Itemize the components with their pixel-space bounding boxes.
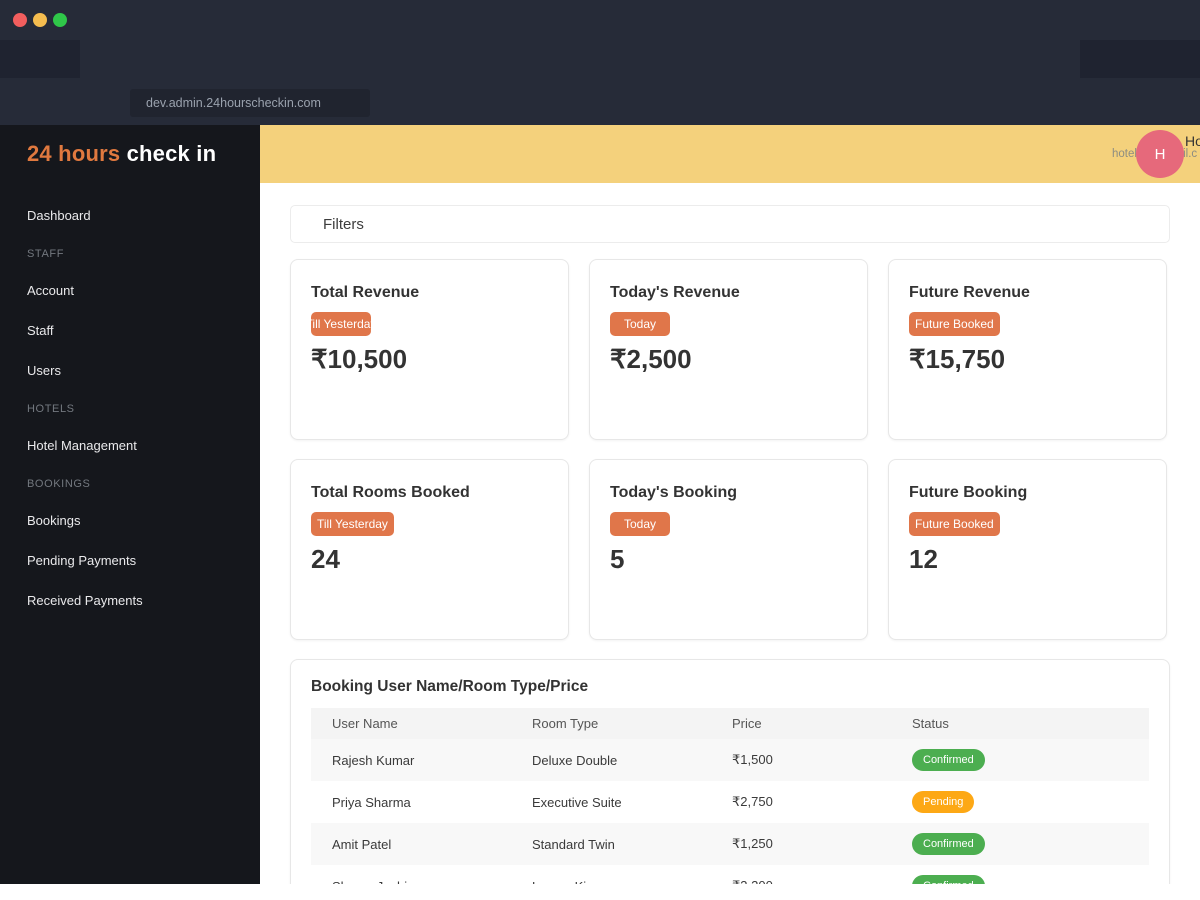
cell-room-type: Deluxe Double [532,752,618,768]
status-badge: Pending [912,791,975,813]
user-name: Ho [1185,133,1200,149]
browser-tab[interactable] [0,40,80,78]
cell-price: ₹1,250 [732,836,773,851]
cell-room-type: Executive Suite [532,794,622,810]
stat-card-value: 12 [909,544,938,574]
stat-card-value: ₹2,500 [610,344,692,374]
avatar-initial: H [1154,145,1166,163]
address-bar[interactable]: dev.admin.24hourscheckin.com [130,89,370,117]
sidebar-entry[interactable]: Hotel Management [27,438,260,453]
window-close-button[interactable] [13,13,27,27]
stat-card-value: ₹10,500 [311,344,408,374]
logo-rest: check in [120,141,217,166]
column-header-status: Status [891,708,1149,739]
address-bar-url: dev.admin.24hourscheckin.com [146,96,321,110]
stat-card-title: Future Booking [909,484,1028,501]
stat-card: Future Revenue Future Booked ₹15,750 [888,259,1167,440]
sidebar-entry[interactable]: Staff [27,323,260,338]
stat-card: Today's Revenue Today ₹2,500 [589,259,868,440]
sidebar-entry[interactable]: Bookings [27,513,260,528]
cell-user-name: Rajesh Kumar [332,752,415,768]
sidebar-entry[interactable]: Pending Payments [27,553,260,568]
stat-card-title: Total Rooms Booked [311,484,470,501]
stat-card-badge: Future Booked [909,312,1000,336]
stat-card-title: Total Revenue [311,284,420,301]
stat-card-title: Today's Revenue [610,284,740,301]
content-column: Ho hotel@yopmail.c H Filters Total Reven… [260,125,1200,884]
stat-card: Total Revenue Till Yesterday ₹10,500 [290,259,569,440]
stat-card-value: ₹15,750 [909,344,1006,374]
stat-card-title: Future Revenue [909,284,1030,301]
sidebar-entry: STAFF [27,248,65,260]
table-row: Rajesh Kumar Deluxe Double ₹1,500 Confir… [311,739,1149,781]
column-header-price: Price [711,708,891,739]
sidebar: 24 hours check in Dashboard STAFF Accoun… [0,125,260,884]
stat-cards-grid: Total Revenue Till Yesterday ₹10,500 Tod… [290,259,1170,640]
sidebar-entry: BOOKINGS [27,478,91,490]
sidebar-entry[interactable]: Users [27,363,260,378]
status-badge: Confirmed [912,749,985,771]
browser-chrome: dev.admin.24hourscheckin.com [0,0,1200,125]
stat-card-value: 5 [610,544,625,574]
cell-status: Confirmed [891,739,1149,781]
filters-panel[interactable]: Filters [290,205,1170,243]
bookings-table-title: Booking User Name/Room Type/Price [311,678,589,695]
top-header-bar: Ho hotel@yopmail.c H [260,125,1200,183]
logo-highlight: 24 hours [27,141,121,166]
cell-status: Confirmed [891,865,1149,884]
user-avatar[interactable]: H [1136,130,1184,178]
cell-room-type: Luxury King [511,865,711,885]
status-badge: Confirmed [912,833,985,855]
status-badge: Confirmed [912,875,985,884]
cell-room-type: Standard Twin [532,836,615,852]
column-header-room: Room Type [511,708,711,739]
filters-label: Filters [323,215,364,233]
sidebar-entry[interactable]: Received Payments [27,593,260,608]
main-content: Filters Total Revenue Till Yesterday ₹10… [260,183,1200,884]
cell-price: ₹3,200 [711,865,891,884]
column-header-user: User Name [311,708,511,739]
sidebar-nav: Dashboard STAFF Account Staff Users HOTE… [27,208,260,608]
cell-status: Confirmed [891,823,1149,865]
stat-card-title: Today's Booking [610,484,738,501]
app-window: 24 hours check in Dashboard STAFF Accoun… [0,125,1200,884]
stat-card-badge: Today [610,312,670,336]
bookings-table: User Name Room Type Price Status Rajesh … [311,708,1149,884]
stat-card: Total Rooms Booked Till Yesterday 24 [290,459,569,640]
cell-status: Pending [891,781,1149,823]
stat-card-badge: Today [610,512,670,536]
table-row: Shreya Joshi Luxury King ₹3,200 Confirme… [311,865,1149,884]
window-minimize-button[interactable] [33,13,47,27]
sidebar-entry[interactable]: Dashboard [27,208,260,223]
cell-user-name: Priya Sharma [332,794,411,810]
stat-card-badge: Till Yesterday [311,512,394,536]
app-logo[interactable]: 24 hours check in [27,139,260,168]
window-maximize-button[interactable] [53,13,67,27]
sidebar-entry: HOTELS [27,403,75,415]
table-row: Priya Sharma Executive Suite ₹2,750 Pend… [311,781,1149,823]
browser-tab-right[interactable] [1080,40,1200,78]
stat-card-value: 24 [311,544,340,574]
stat-card: Future Booking Future Booked 12 [888,459,1167,640]
table-row: Amit Patel Standard Twin ₹1,250 Confirme… [311,823,1149,865]
cell-price: ₹1,500 [732,752,773,767]
cell-user-name: Shreya Joshi [311,865,511,885]
cell-user-name: Amit Patel [332,836,392,852]
stat-card: Today's Booking Today 5 [589,459,868,640]
stat-card-badge: Future Booked [909,512,1000,536]
sidebar-entry[interactable]: Account [27,283,260,298]
bookings-table-card: Booking User Name/Room Type/Price User N… [290,659,1170,884]
table-header-row: User Name Room Type Price Status [311,708,1149,739]
stat-card-badge: Till Yesterday [311,312,371,336]
cell-price: ₹2,750 [732,794,773,809]
